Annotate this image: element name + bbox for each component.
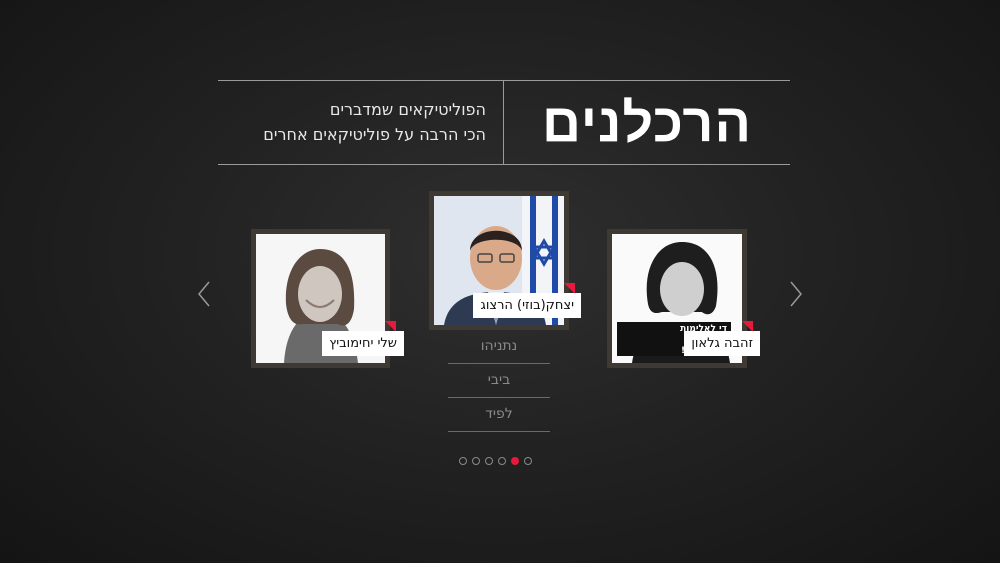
page-dot-active[interactable] xyxy=(511,457,519,465)
page-dot[interactable] xyxy=(524,457,532,465)
page-dot[interactable] xyxy=(459,457,467,465)
page-subtitle: הפוליטיקאים שמדברים הכי הרבה על פוליטיקא… xyxy=(218,97,486,147)
pagination-dots xyxy=(459,457,532,465)
subtitle-line-2: הכי הרבה על פוליטיקאים אחרים xyxy=(263,125,486,144)
politician-name: יצחק(בוזי) הרצוג xyxy=(473,293,581,318)
menu-item[interactable]: לפיד xyxy=(448,398,550,432)
header: הרכלנים הפוליטיקאים שמדברים הכי הרבה על … xyxy=(218,80,790,165)
menu-item[interactable]: ביבי xyxy=(448,364,550,398)
chevron-right-icon[interactable] xyxy=(789,280,803,308)
politician-name: שלי יחימוביץ xyxy=(322,331,404,356)
politician-card-center[interactable]: יצחק(בוזי) הרצוג xyxy=(429,191,581,330)
page-dot[interactable] xyxy=(472,457,480,465)
menu-item[interactable]: נתניהו xyxy=(448,330,550,364)
page-dot[interactable] xyxy=(498,457,506,465)
header-divider xyxy=(503,81,504,164)
politician-card-right[interactable]: די לאלימות כלפי לנשים לא נשתוק! זהבה גלא… xyxy=(607,229,760,368)
related-topics-menu: נתניהו ביבי לפיד xyxy=(448,330,550,432)
page-title: הרכלנים xyxy=(541,92,753,153)
subtitle-line-1: הפוליטיקאים שמדברים xyxy=(329,100,486,119)
page-dot[interactable] xyxy=(485,457,493,465)
politician-card-left[interactable]: שלי יחימוביץ xyxy=(251,229,404,368)
politician-name: זהבה גלאון xyxy=(684,331,760,356)
chevron-left-icon[interactable] xyxy=(197,280,211,308)
